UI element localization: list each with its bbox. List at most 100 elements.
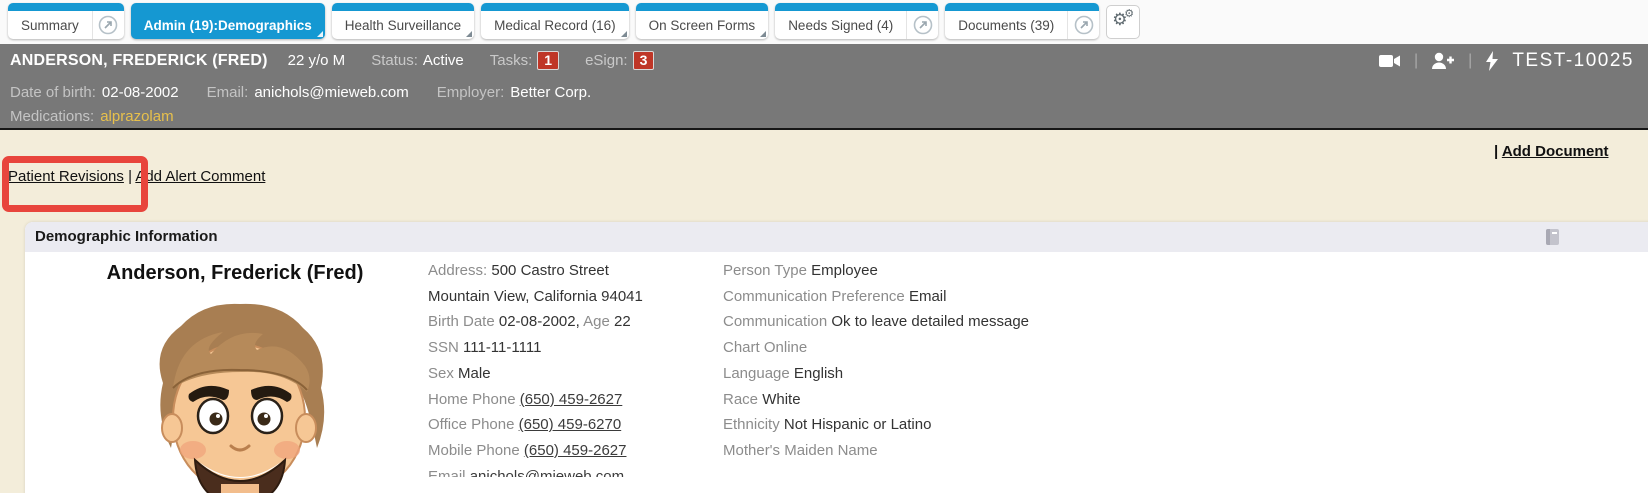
maiden-name-label: Mother's Maiden Name xyxy=(723,442,878,459)
popout-icon xyxy=(913,15,933,35)
person-type-label: Person Type xyxy=(723,262,807,279)
mobile-phone-link[interactable]: (650) 459-2627 xyxy=(524,442,627,459)
ethnicity-row: Ethnicity Not Hispanic or Latino xyxy=(723,412,1143,438)
home-phone-link[interactable]: (650) 459-2627 xyxy=(520,391,623,408)
email-row-link[interactable]: anichols@mieweb.com xyxy=(470,468,624,477)
home-phone-row: Home Phone (650) 459-2627 xyxy=(428,387,718,413)
demographics-middle-column: Address: 500 Castro Street Mountain View… xyxy=(428,258,718,477)
panel-title: Demographic Information xyxy=(35,228,218,245)
lightning-bolt-icon[interactable] xyxy=(1484,50,1500,72)
address-row: Address: 500 Castro Street xyxy=(428,258,718,284)
birth-date-row: Birth Date 02-08-2002, Age 22 xyxy=(428,309,718,335)
tab-health-surveillance[interactable]: Health Surveillance xyxy=(332,3,474,39)
address-row-2: Mountain View, California 94041 xyxy=(428,284,718,310)
mobile-phone-row: Mobile Phone (650) 459-2627 xyxy=(428,438,718,464)
tab-documents-label: Documents (39) xyxy=(958,18,1054,33)
birth-date-value: 02-08-2002, xyxy=(499,313,580,330)
ssn-value: 111-11-1111 xyxy=(463,339,541,356)
employer-label: Employer: xyxy=(437,81,505,105)
ssn-row: SSN 111-11-1111 xyxy=(428,335,718,361)
patient-info-bar: Date of birth: 02-08-2002 Email: anichol… xyxy=(0,77,1648,130)
maiden-name-row: Mother's Maiden Name xyxy=(723,438,1143,464)
tab-admin-demographics[interactable]: Admin (19):Demographics xyxy=(131,3,325,39)
ethnicity-label: Ethnicity xyxy=(723,416,780,433)
popout-icon xyxy=(1074,15,1094,35)
patient-name: ANDERSON, FREDERICK (FRED) xyxy=(10,52,268,70)
tab-on-screen-forms[interactable]: On Screen Forms xyxy=(636,3,769,39)
chart-online-row: Chart Online xyxy=(723,335,1143,361)
communication-value: Ok to leave detailed message xyxy=(831,313,1029,330)
comm-preference-row: Communication Preference Email xyxy=(723,284,1143,310)
chart-id: TEST-10025 xyxy=(1512,50,1634,72)
add-alert-comment-link[interactable]: Add Alert Comment xyxy=(135,168,265,185)
language-label: Language xyxy=(723,365,790,382)
employer-value: Better Corp. xyxy=(510,81,591,105)
race-label: Race xyxy=(723,391,758,408)
tab-documents-popout-button[interactable] xyxy=(1067,11,1099,39)
divider: | xyxy=(1468,52,1472,70)
tasks-badge[interactable]: 1 xyxy=(537,51,559,70)
settings-button[interactable]: ⚙ ⚙ xyxy=(1106,5,1140,39)
patient-revisions-link[interactable]: Patient Revisions xyxy=(8,168,124,185)
medications-value[interactable]: alprazolam xyxy=(100,105,173,129)
tab-summary-popout-button[interactable] xyxy=(92,11,124,39)
communication-row: Communication Ok to leave detailed messa… xyxy=(723,309,1143,335)
tab-health-label: Health Surveillance xyxy=(345,18,461,33)
chart-online-label: Chart Online xyxy=(723,339,807,356)
office-phone-label: Office Phone xyxy=(428,416,514,433)
email-label: Email: xyxy=(207,81,249,105)
address-label: Address: xyxy=(428,262,487,279)
tab-needs-signed-group: Needs Signed (4) xyxy=(775,3,938,39)
office-phone-row: Office Phone (650) 459-6270 xyxy=(428,412,718,438)
medications-label: Medications: xyxy=(10,105,94,129)
ssn-label: SSN xyxy=(428,339,459,356)
dob-label: Date of birth: xyxy=(10,81,96,105)
person-type-row: Person Type Employee xyxy=(723,258,1143,284)
add-document-link[interactable]: Add Document xyxy=(1502,143,1609,160)
status-label: Status: xyxy=(371,52,418,69)
tab-documents[interactable]: Documents (39) xyxy=(945,11,1067,39)
video-camera-icon[interactable] xyxy=(1378,52,1402,70)
tab-needs-signed-label: Needs Signed (4) xyxy=(788,18,893,33)
communication-label: Communication xyxy=(723,313,827,330)
popout-icon xyxy=(98,15,118,35)
patient-header-bar: ANDERSON, FREDERICK (FRED) 22 y/o M Stat… xyxy=(0,44,1648,77)
esign-badge[interactable]: 3 xyxy=(633,51,655,70)
content-area: | Add Document Patient Revisions | Add A… xyxy=(0,130,1648,493)
race-value: White xyxy=(762,391,800,408)
birth-date-label: Birth Date xyxy=(428,313,495,330)
email-value: anichols@mieweb.com xyxy=(254,81,408,105)
tab-documents-group: Documents (39) xyxy=(945,3,1099,39)
patient-action-links: Patient Revisions | Add Alert Comment xyxy=(8,168,265,185)
age-label: Age xyxy=(583,313,610,330)
dob-value: 02-08-2002 xyxy=(102,81,179,105)
add-document-separator: | xyxy=(1494,143,1502,160)
sex-row: Sex Male xyxy=(428,361,718,387)
tab-admin-label: Admin (19):Demographics xyxy=(144,18,312,33)
chart-book-icon[interactable] xyxy=(1543,227,1563,258)
add-document-container: | Add Document xyxy=(1494,143,1608,160)
tab-medical-record[interactable]: Medical Record (16) xyxy=(481,3,629,39)
sex-value: Male xyxy=(458,365,491,382)
demographics-columns: Address: 500 Castro Street Mountain View… xyxy=(25,258,1648,477)
demographic-panel: Demographic Information Anderson, Freder… xyxy=(25,222,1648,493)
divider: | xyxy=(1414,52,1418,70)
tab-needs-signed[interactable]: Needs Signed (4) xyxy=(775,11,906,39)
tab-summary[interactable]: Summary xyxy=(8,11,92,39)
tab-forms-label: On Screen Forms xyxy=(649,18,756,33)
gear-icon-small: ⚙ xyxy=(1124,7,1134,20)
tab-medical-label: Medical Record (16) xyxy=(494,18,616,33)
email-row: Email anichols@mieweb.com xyxy=(428,464,718,477)
office-phone-link[interactable]: (650) 459-6270 xyxy=(519,416,622,433)
demographic-panel-header: Demographic Information xyxy=(25,222,1648,252)
tab-bar: Summary Admin (19):Demographics Health S… xyxy=(0,0,1648,44)
email-row-label: Email xyxy=(428,468,466,477)
comm-preference-value: Email xyxy=(909,288,947,305)
language-row: Language English xyxy=(723,361,1143,387)
address-value: 500 Castro Street xyxy=(491,262,609,279)
tab-needs-signed-popout-button[interactable] xyxy=(906,11,938,39)
status-value: Active xyxy=(423,52,464,69)
home-phone-label: Home Phone xyxy=(428,391,516,408)
demographics-right-column: Person Type Employee Communication Prefe… xyxy=(723,258,1143,464)
add-person-icon[interactable] xyxy=(1430,51,1456,71)
